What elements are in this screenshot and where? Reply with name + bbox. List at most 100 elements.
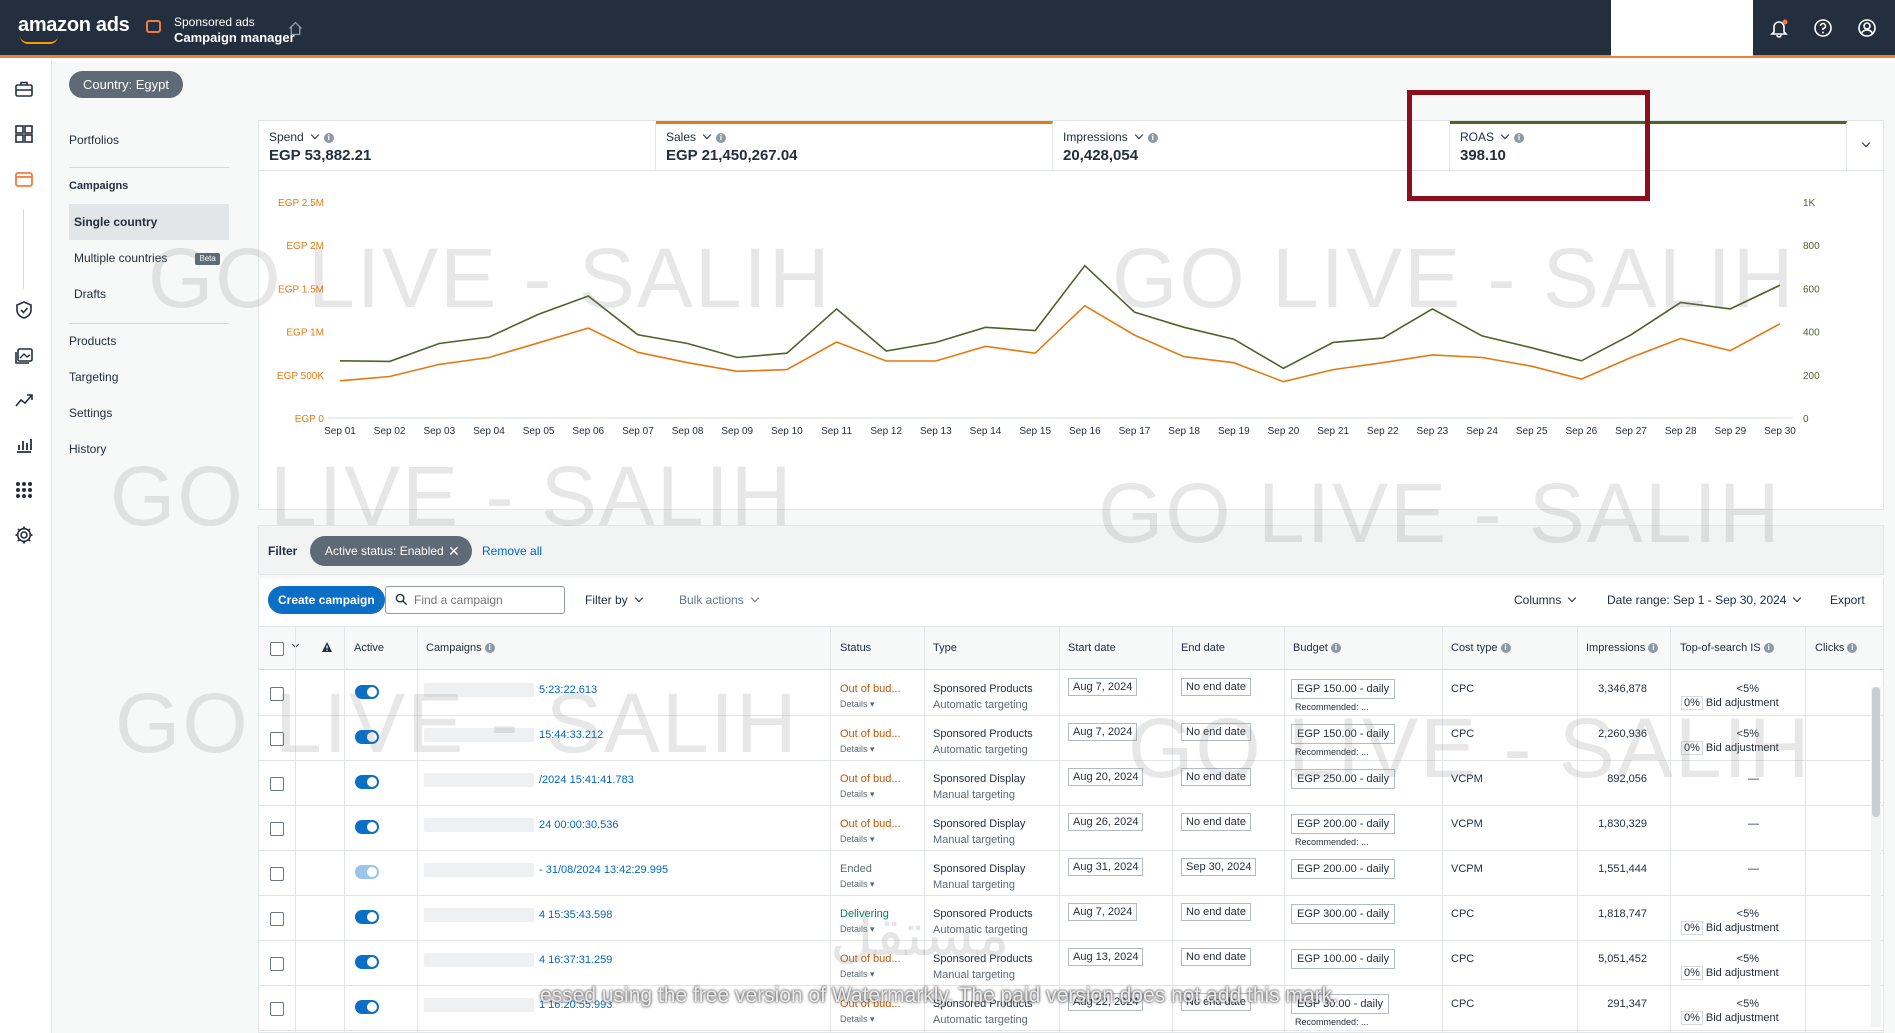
- end-date-field[interactable]: No end date: [1181, 948, 1251, 966]
- start-date-field[interactable]: Aug 26, 2024: [1068, 813, 1144, 831]
- start-date-field[interactable]: Aug 7, 2024: [1068, 723, 1138, 741]
- end-date-field[interactable]: No end date: [1181, 903, 1251, 921]
- date-range-dropdown[interactable]: Date range: Sep 1 - Sep 30, 2024: [1607, 593, 1806, 607]
- budget-field[interactable]: EGP 200.00 - daily: [1291, 859, 1396, 879]
- budget-field[interactable]: EGP 200.00 - daily: [1291, 814, 1396, 834]
- table-row[interactable]: 5:23:22.613 Out of bud... Details ▾ Sponsor…: [259, 671, 1883, 716]
- budget-recommendation[interactable]: Recommended: ...: [1295, 747, 1369, 757]
- info-icon[interactable]: i: [1147, 132, 1158, 143]
- gear-icon[interactable]: [13, 524, 35, 546]
- table-scrollbar-thumb[interactable]: [1872, 687, 1880, 817]
- campaign-name-link[interactable]: - 31/08/2024 13:42:29.995: [539, 864, 668, 876]
- budget-recommendation[interactable]: Recommended: ...: [1295, 1017, 1369, 1027]
- campaign-name-link[interactable]: 15:44:33.212: [539, 729, 603, 741]
- filter-chip-active-status[interactable]: Active status: Enabled ✕: [310, 536, 472, 566]
- row-checkbox[interactable]: [270, 957, 284, 971]
- metric-card-sales[interactable]: Sales i EGP 21,450,267.04: [656, 121, 1053, 171]
- create-campaign-button[interactable]: Create campaign: [268, 586, 385, 614]
- active-toggle[interactable]: [355, 775, 379, 789]
- bid-adjustment[interactable]: 0% Bid adjustment: [1681, 921, 1779, 935]
- chevron-down-icon[interactable]: [1861, 138, 1871, 148]
- campaign-name-link[interactable]: 4 15:35:43.598: [539, 909, 612, 921]
- row-checkbox[interactable]: [270, 867, 284, 881]
- active-toggle[interactable]: [355, 820, 379, 834]
- select-all-checkbox[interactable]: [270, 642, 284, 656]
- status-details-dropdown[interactable]: Details ▾: [840, 1014, 875, 1025]
- column-header-type[interactable]: Type: [933, 642, 957, 654]
- table-row[interactable]: 4 16:37:31.259 Out of bud... Details ▾ Spon…: [259, 941, 1883, 986]
- campaign-name-link[interactable]: 5:23:22.613: [539, 684, 597, 696]
- row-checkbox[interactable]: [270, 732, 284, 746]
- columns-dropdown[interactable]: Columns: [1514, 593, 1581, 607]
- active-toggle[interactable]: [355, 910, 379, 924]
- budget-field[interactable]: EGP 300.00 - daily: [1291, 904, 1396, 924]
- row-checkbox[interactable]: [270, 822, 284, 836]
- info-icon[interactable]: i: [1330, 643, 1341, 654]
- info-icon[interactable]: i: [1847, 643, 1858, 654]
- column-header-top-of-search[interactable]: Top-of-search IS i: [1680, 642, 1774, 654]
- campaign-name-link[interactable]: 4 16:37:31.259: [539, 954, 612, 966]
- home-icon[interactable]: [287, 20, 304, 37]
- status-details-dropdown[interactable]: Details ▾: [840, 879, 875, 890]
- table-row[interactable]: 24 00:00:30.536 Out of bud... Details ▾ Spo…: [259, 806, 1883, 851]
- info-icon[interactable]: i: [484, 643, 495, 654]
- status-details-dropdown[interactable]: Details ▾: [840, 744, 875, 755]
- campaign-manager-rail-icon[interactable]: [13, 168, 35, 190]
- user-account-icon[interactable]: [1856, 17, 1878, 39]
- budget-recommendation[interactable]: Recommended: ...: [1295, 702, 1369, 712]
- remove-all-filters-link[interactable]: Remove all: [482, 544, 542, 558]
- sidebar-item-drafts[interactable]: Drafts: [69, 276, 229, 312]
- chevron-down-icon[interactable]: [1134, 130, 1143, 140]
- sidebar-item-settings[interactable]: Settings: [69, 406, 112, 420]
- chevron-down-icon[interactable]: [702, 130, 712, 140]
- status-details-dropdown[interactable]: Details ▾: [840, 834, 875, 845]
- active-toggle[interactable]: [355, 865, 379, 879]
- row-checkbox[interactable]: [270, 912, 284, 926]
- app-name-line2[interactable]: Campaign manager: [174, 30, 295, 45]
- info-icon[interactable]: i: [716, 132, 727, 143]
- budget-field[interactable]: EGP 150.00 - daily: [1291, 724, 1396, 744]
- end-date-field[interactable]: No end date: [1181, 813, 1251, 831]
- chevron-down-icon[interactable]: [310, 130, 319, 140]
- trend-chart-icon[interactable]: [13, 389, 35, 411]
- sidebar-item-portfolios[interactable]: Portfolios: [69, 133, 119, 147]
- dashboard-grid-icon[interactable]: [13, 123, 35, 145]
- column-header-status[interactable]: Status: [840, 642, 871, 654]
- status-details-dropdown[interactable]: Details ▾: [840, 969, 875, 980]
- sidebar-item-single-country[interactable]: Single country: [69, 204, 229, 240]
- campaign-search-input[interactable]: [385, 586, 565, 614]
- metric-card-impressions[interactable]: Impressions i 20,428,054: [1053, 121, 1450, 171]
- bid-adjustment[interactable]: 0% Bid adjustment: [1681, 696, 1779, 710]
- row-checkbox[interactable]: [270, 687, 284, 701]
- campaign-name-link[interactable]: /2024 15:41:41.783: [539, 774, 634, 786]
- bid-adjustment[interactable]: 0% Bid adjustment: [1681, 741, 1779, 755]
- media-library-icon[interactable]: [13, 344, 35, 366]
- briefcase-icon[interactable]: [13, 78, 35, 100]
- column-header-campaigns[interactable]: Campaigns i: [426, 642, 495, 654]
- column-header-start-date[interactable]: Start date: [1068, 642, 1116, 654]
- end-date-field[interactable]: No end date: [1181, 678, 1251, 696]
- export-button[interactable]: Export: [1830, 593, 1865, 607]
- column-header-budget[interactable]: Budget i: [1293, 642, 1341, 654]
- active-toggle[interactable]: [355, 955, 379, 969]
- start-date-field[interactable]: Aug 20, 2024: [1068, 768, 1144, 786]
- info-icon[interactable]: i: [323, 132, 334, 143]
- info-icon[interactable]: i: [1763, 643, 1774, 654]
- info-icon[interactable]: i: [1648, 643, 1659, 654]
- budget-field[interactable]: EGP 100.00 - daily: [1291, 949, 1396, 969]
- account-selector[interactable]: [1611, 0, 1753, 56]
- table-row[interactable]: 15:44:33.212 Out of bud... Details ▾ Sponso…: [259, 716, 1883, 761]
- sidebar-heading-campaigns[interactable]: Campaigns: [69, 180, 128, 192]
- column-header-impressions[interactable]: Impressions i: [1586, 642, 1659, 654]
- metric-card-spend[interactable]: Spend i EGP 53,882.21: [259, 121, 656, 171]
- row-checkbox[interactable]: [270, 1002, 284, 1016]
- active-toggle[interactable]: [355, 685, 379, 699]
- filter-by-dropdown[interactable]: Filter by: [585, 593, 648, 607]
- table-row[interactable]: - 31/08/2024 13:42:29.995 Ended Details ▾ S…: [259, 851, 1883, 896]
- budget-field[interactable]: EGP 250.00 - daily: [1291, 769, 1396, 789]
- start-date-field[interactable]: Aug 31, 2024: [1068, 858, 1144, 876]
- app-name-line1[interactable]: Sponsored ads: [174, 15, 255, 29]
- sidebar-item-history[interactable]: History: [69, 442, 106, 456]
- bar-chart-icon[interactable]: [13, 434, 35, 456]
- start-date-field[interactable]: Aug 7, 2024: [1068, 903, 1138, 921]
